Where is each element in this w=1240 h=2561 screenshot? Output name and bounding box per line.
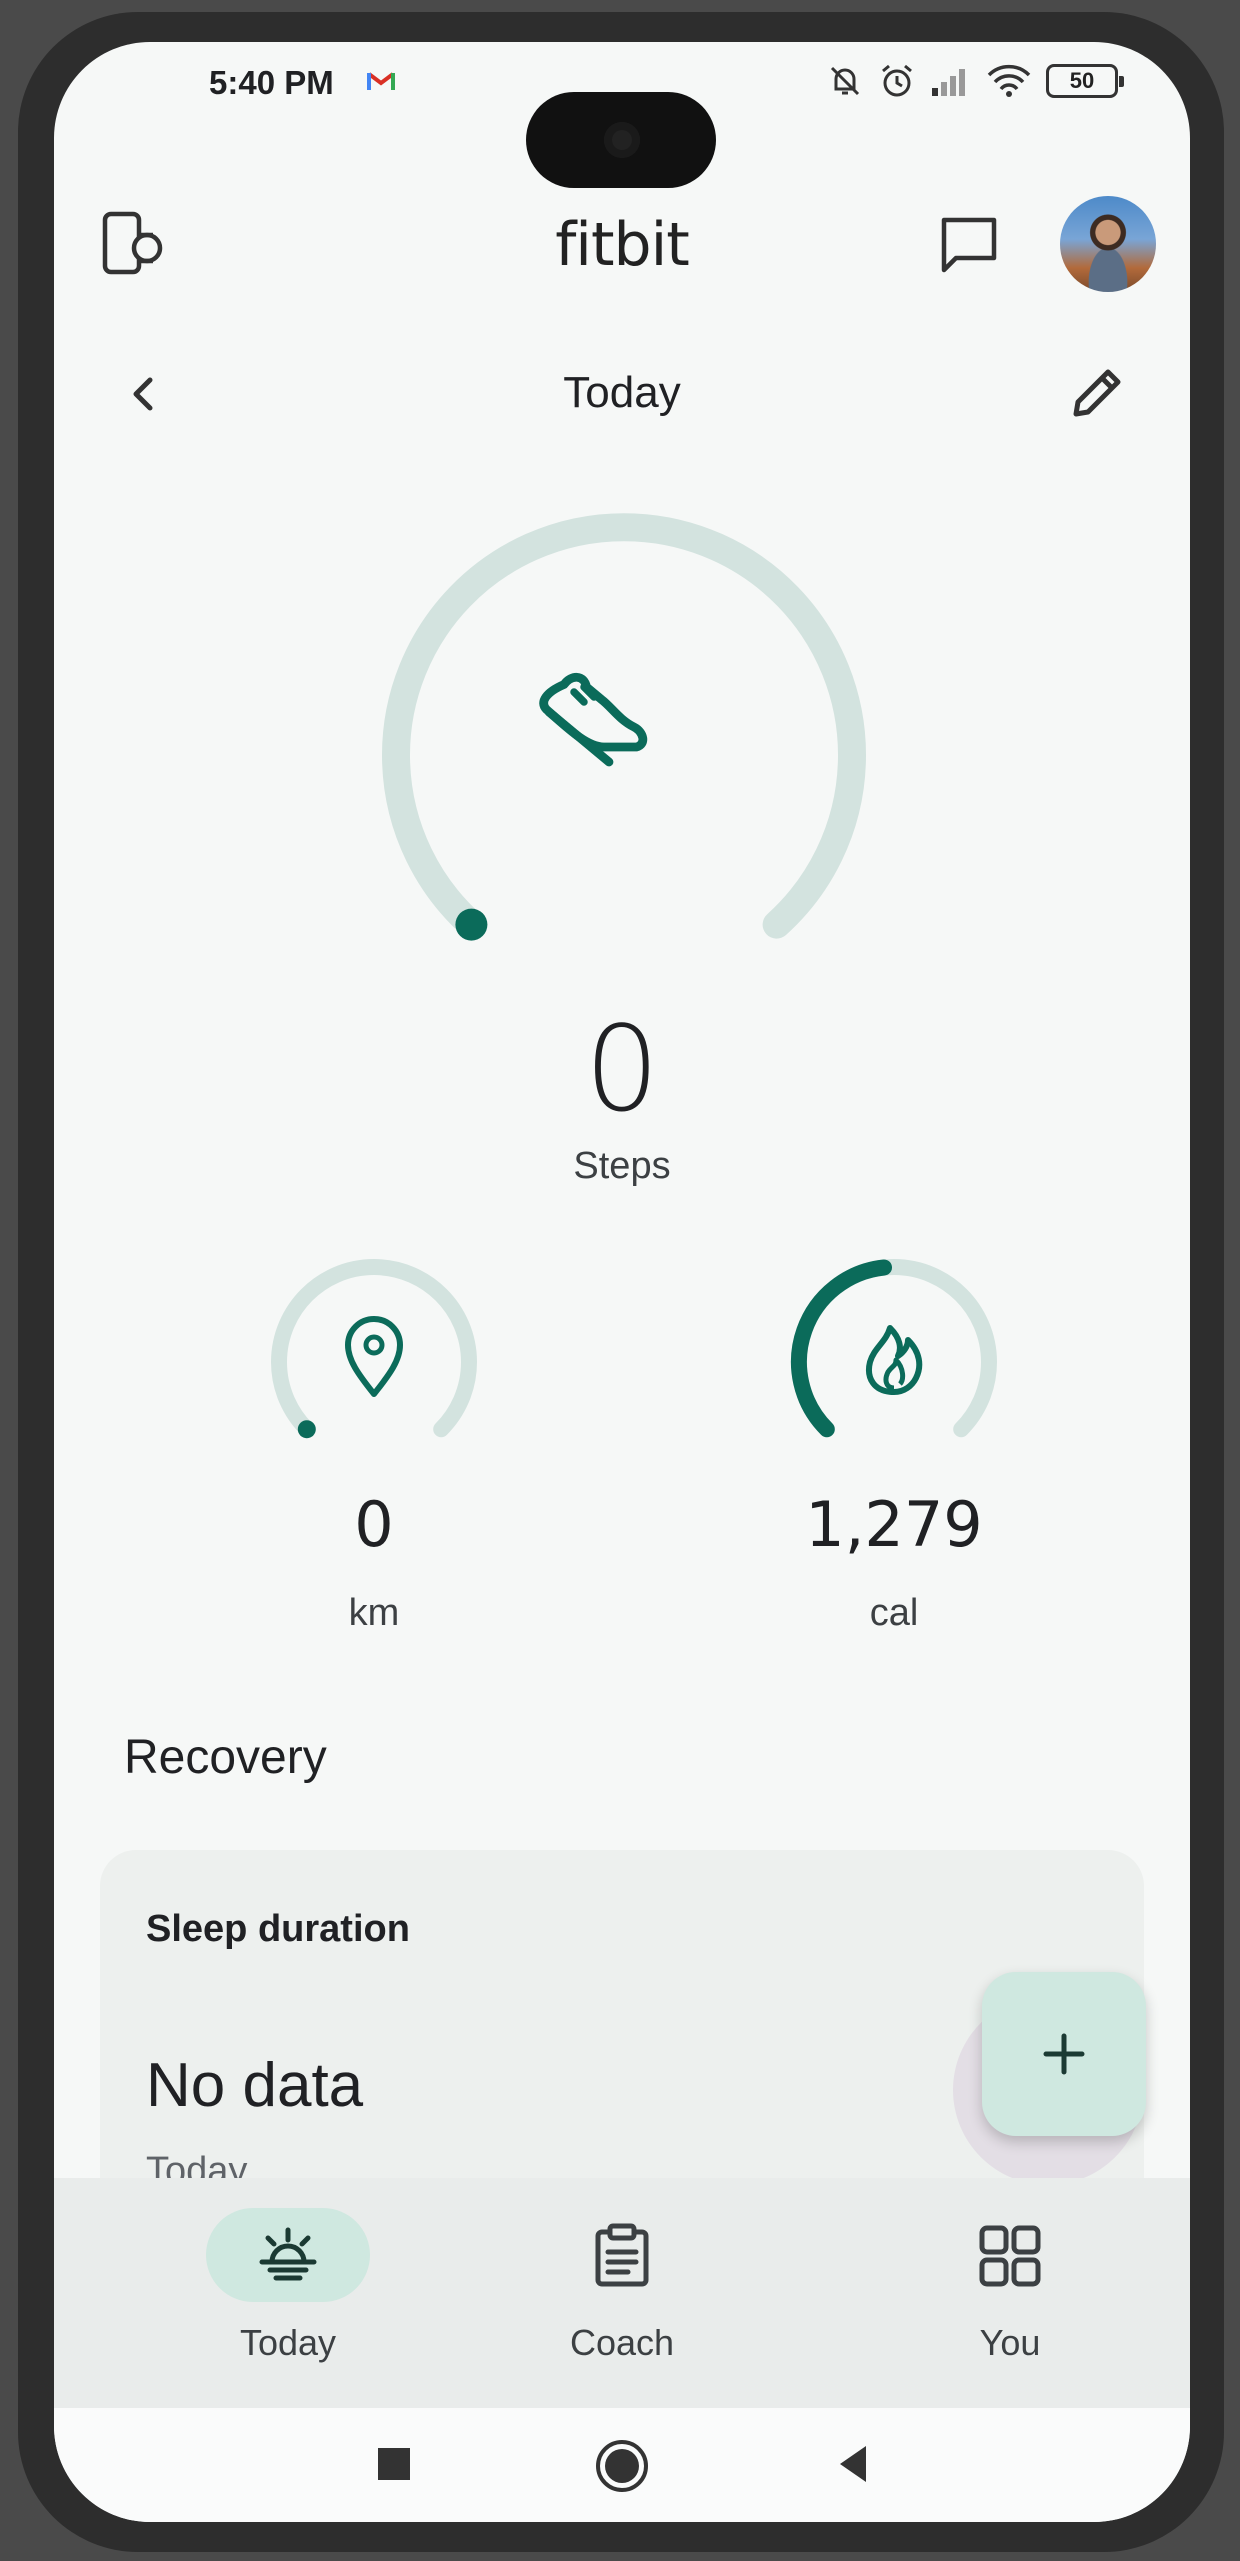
grid-icon	[979, 2225, 1041, 2287]
recovery-section-title: Recovery	[124, 1731, 327, 1784]
distance-unit: km	[348, 1592, 400, 1634]
mute-bell-icon	[830, 66, 860, 96]
gmail-icon	[367, 72, 395, 90]
date-row: Today	[54, 342, 1190, 442]
calories-value: 1,279	[805, 1488, 983, 1561]
system-nav-bar	[54, 2408, 1190, 2522]
nav-item-today[interactable]: Today	[158, 2208, 418, 2388]
location-pin-icon	[345, 1316, 403, 1397]
nav-label-today: Today	[239, 2322, 337, 2363]
card-value: No data	[146, 2051, 364, 2120]
plus-icon	[1043, 2033, 1085, 2075]
battery-indicator: 50	[1046, 64, 1124, 98]
distance-value: 0	[354, 1488, 394, 1561]
calories-ring[interactable]	[774, 1242, 1014, 1482]
add-button[interactable]	[982, 1972, 1146, 2136]
wifi-icon	[987, 64, 1031, 97]
back-triangle-icon[interactable]	[826, 2436, 882, 2492]
sunrise-icon	[259, 2227, 317, 2281]
steps-progress-dot	[455, 908, 488, 941]
flame-icon	[866, 1325, 923, 1395]
nav-item-you[interactable]: You	[880, 2208, 1140, 2388]
screen: 5:40 PM 50 fitbit Today 0 Steps 0 km 1,2…	[54, 42, 1190, 2522]
steps-label: Steps	[573, 1145, 671, 1187]
nav-label-coach: Coach	[569, 2322, 675, 2363]
status-icons: 50	[826, 62, 1124, 100]
card-title: Sleep duration	[146, 1908, 410, 1950]
nav-label-you: You	[979, 2322, 1041, 2363]
home-circle-icon[interactable]	[592, 2436, 652, 2496]
date-title: Today	[563, 368, 681, 417]
nav-item-coach[interactable]: Coach	[492, 2208, 752, 2388]
recents-square-icon[interactable]	[366, 2436, 422, 2492]
shoe-icon	[539, 672, 648, 767]
calories-progress-arc	[790, 1259, 892, 1438]
steps-value: 0	[584, 1000, 660, 1138]
alarm-icon	[882, 64, 912, 97]
distance-ring[interactable]	[254, 1242, 494, 1482]
clipboard-icon	[595, 2223, 649, 2287]
app-header: fitbit	[54, 172, 1190, 302]
edit-icon[interactable]	[1064, 362, 1128, 426]
calories-unit: cal	[869, 1592, 919, 1634]
status-time: 5:40 PM	[209, 64, 334, 101]
steps-ring[interactable]	[354, 492, 894, 1032]
signal-icon	[932, 69, 965, 96]
app-logo: fitbit	[555, 210, 690, 280]
chat-icon[interactable]	[934, 210, 1004, 280]
avatar[interactable]	[1060, 196, 1156, 292]
bottom-nav: Today Coach You	[54, 2178, 1190, 2408]
distance-progress-dot	[297, 1420, 316, 1439]
